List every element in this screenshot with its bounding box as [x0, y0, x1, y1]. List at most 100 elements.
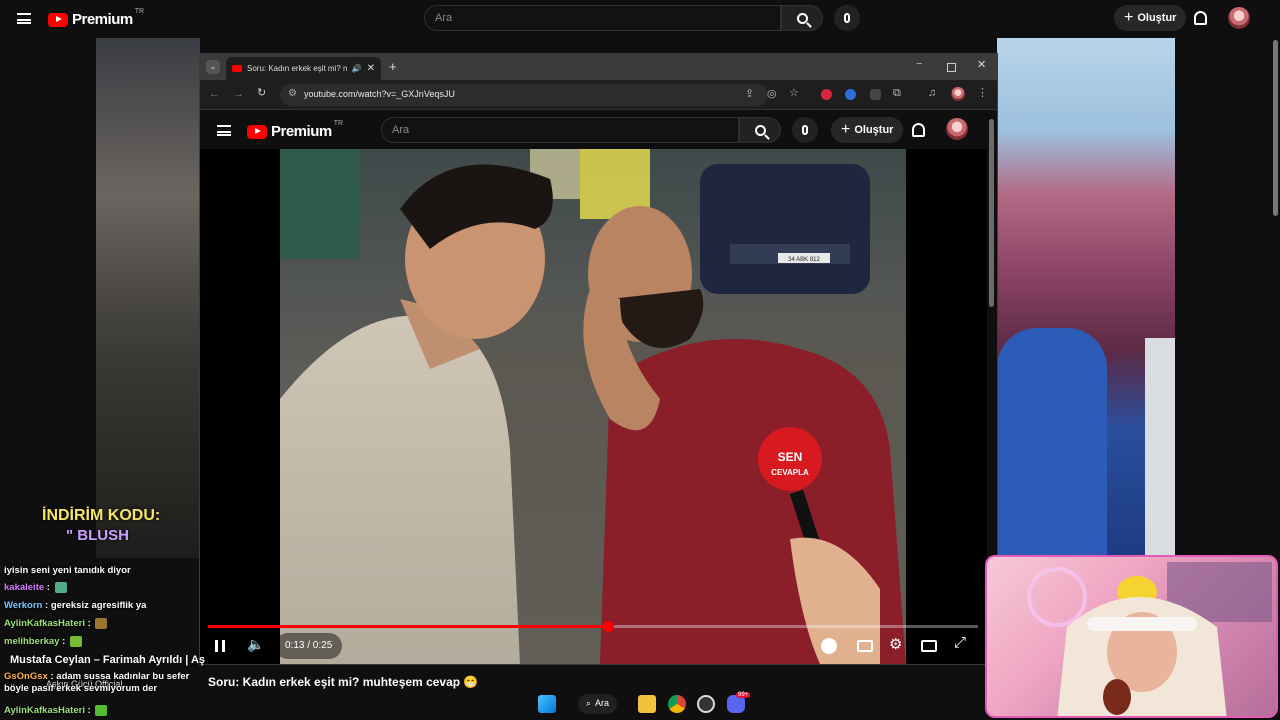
back-icon[interactable]: ←: [209, 89, 220, 100]
youtube-logo[interactable]: Premium TR: [48, 8, 145, 28]
obs-icon[interactable]: [697, 695, 715, 713]
man-left-body: [280, 315, 520, 664]
bookmark-star-icon[interactable]: ☆: [789, 88, 799, 99]
chat-message: GsOnGsx : adam sussa kadınlar bu sefer b…: [4, 671, 214, 695]
voice-search-button[interactable]: [834, 5, 860, 31]
create-label: Oluştur: [1137, 12, 1177, 24]
parked-car: [700, 164, 870, 294]
new-tab-icon[interactable]: +: [389, 60, 397, 73]
scrollbar-thumb[interactable]: [1273, 40, 1278, 216]
chat-username[interactable]: kakaleite: [4, 582, 44, 593]
subtitles-icon[interactable]: [857, 640, 873, 652]
video-player[interactable]: SEN CEVAPLA 34 ABK 812 🔈 0:13 / 0:25 ⚙ ⤢: [200, 149, 987, 664]
chat-message: iyisin seni yeni tanıdık diyor: [4, 565, 131, 576]
chat-separator: :: [84, 618, 94, 630]
chrome-icon[interactable]: [668, 695, 686, 713]
inner-search-button[interactable]: [739, 117, 781, 143]
logo-region: TR: [134, 8, 145, 15]
autoplay-toggle-icon[interactable]: [821, 638, 837, 654]
inner-menu-icon[interactable]: [217, 125, 231, 136]
close-tab-icon[interactable]: ✕: [367, 63, 375, 74]
chat-username[interactable]: Werkorn: [4, 600, 42, 611]
forward-icon[interactable]: →: [233, 89, 244, 100]
chat-separator: :: [59, 636, 68, 648]
miniplayer-icon[interactable]: [921, 640, 937, 652]
notifications-bell-icon[interactable]: [1194, 11, 1207, 25]
windows-start-icon[interactable]: [538, 695, 556, 713]
reload-icon[interactable]: ↻: [257, 88, 266, 99]
minimize-icon[interactable]: −: [916, 59, 922, 70]
speaker-icon[interactable]: 🔊: [352, 64, 362, 73]
inner-plus-icon: +: [841, 121, 851, 138]
account-avatar[interactable]: [1228, 7, 1250, 29]
video-caption: Mustafa Ceylan – Farimah Ayrıldı | Aş: [10, 654, 206, 666]
maximize-icon[interactable]: [947, 63, 956, 72]
webcam-scene: [1027, 562, 1272, 716]
tracking-icon[interactable]: ◎: [767, 89, 777, 100]
progress-fill: [208, 625, 609, 628]
background-shirt: [1145, 338, 1175, 558]
streamer-webcam: [985, 555, 1278, 718]
inner-create-button[interactable]: + Oluştur: [831, 117, 904, 143]
address-bar[interactable]: ⚙ youtube.com/watch?v=_GXJnVeqsJU: [280, 84, 768, 106]
pause-icon[interactable]: [215, 640, 225, 652]
chat-username[interactable]: GsOnGsx: [4, 671, 48, 682]
fullscreen-icon[interactable]: ⤢: [954, 634, 966, 651]
search-icon: [796, 12, 808, 24]
stream-background-right: [997, 38, 1175, 558]
chat-username[interactable]: AylinKafkasHateri: [4, 618, 85, 629]
taskbar-search[interactable]: ⌕ Ara: [578, 694, 618, 714]
browser-menu-icon[interactable]: ⋮: [977, 88, 988, 99]
chat-separator: :: [42, 600, 51, 611]
media-controls-icon[interactable]: ♫: [928, 88, 936, 99]
taskbar-search-label: Ara: [595, 698, 610, 708]
video-frame[interactable]: SEN CEVAPLA 34 ABK 812: [280, 149, 906, 664]
extension-dark-icon[interactable]: [870, 89, 881, 100]
chat-emote-icon: [69, 636, 82, 647]
chat-text: gereksiz agresiflik ya: [50, 600, 147, 611]
address-toolbar: ← → ↻ ⚙ youtube.com/watch?v=_GXJnVeqsJU …: [200, 80, 997, 110]
search-placeholder: Ara: [435, 12, 453, 24]
extension-red-icon[interactable]: [821, 89, 832, 100]
extension-blue-icon[interactable]: [845, 89, 856, 100]
inner-notifications-bell-icon[interactable]: [912, 123, 925, 137]
video-scene: SEN CEVAPLA 34 ABK 812: [280, 149, 906, 664]
discord-badge: 99+: [736, 692, 751, 698]
mic-logo-text-2: CEVAPLA: [771, 468, 809, 477]
extensions-puzzle-icon[interactable]: ⧉: [893, 88, 901, 99]
chat-separator: :: [44, 582, 53, 594]
inner-youtube-play-icon: [247, 124, 267, 139]
volume-icon[interactable]: 🔈: [247, 636, 264, 653]
chat-username[interactable]: melihberkay: [4, 636, 59, 647]
tab-search-icon[interactable]: ⌄: [206, 60, 220, 74]
chat-message: Werkorn : gereksiz agresiflik ya: [4, 600, 146, 611]
site-info-icon[interactable]: ⚙: [288, 88, 297, 99]
close-window-icon[interactable]: ✕: [977, 60, 986, 71]
mic-icon: [844, 13, 850, 23]
inner-search-input[interactable]: Ara: [381, 117, 739, 143]
settings-gear-icon[interactable]: ⚙: [889, 635, 902, 653]
chat-username[interactable]: AylinKafkasHateri: [4, 705, 85, 716]
inner-youtube-logo[interactable]: Premium TR: [247, 120, 343, 140]
create-button[interactable]: + Oluştur: [1114, 5, 1187, 31]
video-title: Soru: Kadın erkek eşit mi? muhteşem ceva…: [208, 675, 479, 689]
inner-account-avatar[interactable]: [946, 118, 968, 140]
chat-separator: :: [47, 671, 57, 682]
youtube-favicon: [232, 65, 242, 72]
plus-icon: +: [1124, 9, 1134, 26]
storefront-green: [280, 149, 360, 259]
search-button[interactable]: [781, 5, 823, 31]
tab-title: Soru: Kadın erkek eşit mi? m: [247, 64, 347, 73]
profile-avatar[interactable]: [951, 87, 965, 101]
browser-tab[interactable]: Soru: Kadın erkek eşit mi? m 🔊 ✕: [226, 57, 381, 80]
install-app-icon[interactable]: ⇪: [745, 89, 754, 100]
search-input[interactable]: Ara: [424, 5, 781, 31]
chat-emote-icon: [95, 618, 108, 629]
background-person: [997, 328, 1107, 558]
outer-header: Premium TR Ara + Oluştur: [0, 0, 1280, 38]
inner-voice-search-button[interactable]: [792, 117, 818, 143]
file-explorer-icon[interactable]: [638, 695, 656, 713]
inner-scrollbar-thumb[interactable]: [989, 119, 994, 307]
menu-icon[interactable]: [17, 13, 31, 24]
video-progress-bar[interactable]: [208, 621, 978, 632]
